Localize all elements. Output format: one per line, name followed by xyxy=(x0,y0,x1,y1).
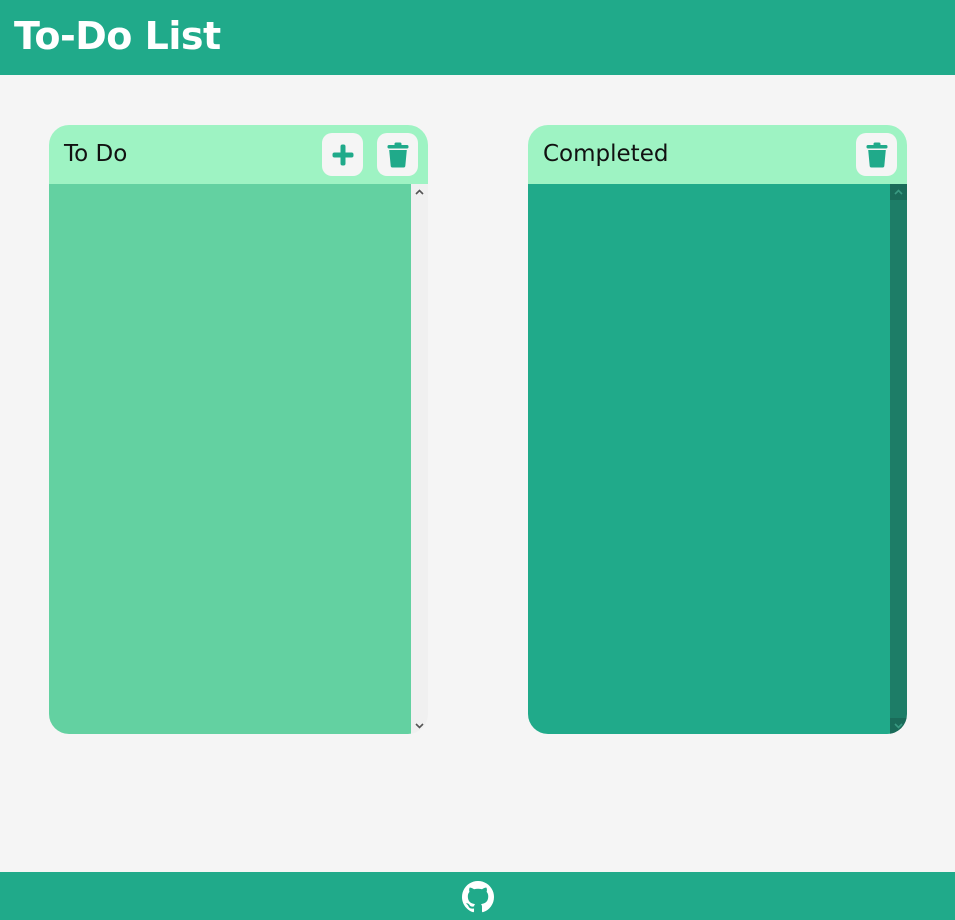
todo-panel: To Do xyxy=(49,125,428,734)
github-link[interactable] xyxy=(462,881,494,913)
completed-panel: Completed xyxy=(528,125,907,734)
completed-panel-title: Completed xyxy=(543,141,669,167)
completed-list xyxy=(528,184,890,734)
trash-icon xyxy=(387,142,408,167)
add-task-button[interactable] xyxy=(322,133,363,176)
scroll-up-arrow-icon[interactable] xyxy=(890,184,907,200)
completed-list-scrollbar[interactable] xyxy=(890,184,907,734)
trash-icon xyxy=(866,142,887,167)
scroll-down-arrow-icon[interactable] xyxy=(411,718,428,734)
completed-panel-header: Completed xyxy=(528,125,907,184)
scroll-up-arrow-icon[interactable] xyxy=(411,184,428,200)
app-header: To-Do List xyxy=(0,0,955,75)
plus-icon xyxy=(332,144,353,165)
todo-panel-title: To Do xyxy=(64,141,128,167)
todo-panel-header: To Do xyxy=(49,125,428,184)
app-title: To-Do List xyxy=(14,14,221,58)
clear-todo-button[interactable] xyxy=(377,133,418,176)
github-icon xyxy=(462,881,494,913)
todo-list-scrollbar[interactable] xyxy=(411,184,428,734)
scroll-down-arrow-icon[interactable] xyxy=(890,718,907,734)
clear-completed-button[interactable] xyxy=(856,133,897,176)
app-footer xyxy=(0,872,955,920)
todo-list xyxy=(49,184,411,734)
